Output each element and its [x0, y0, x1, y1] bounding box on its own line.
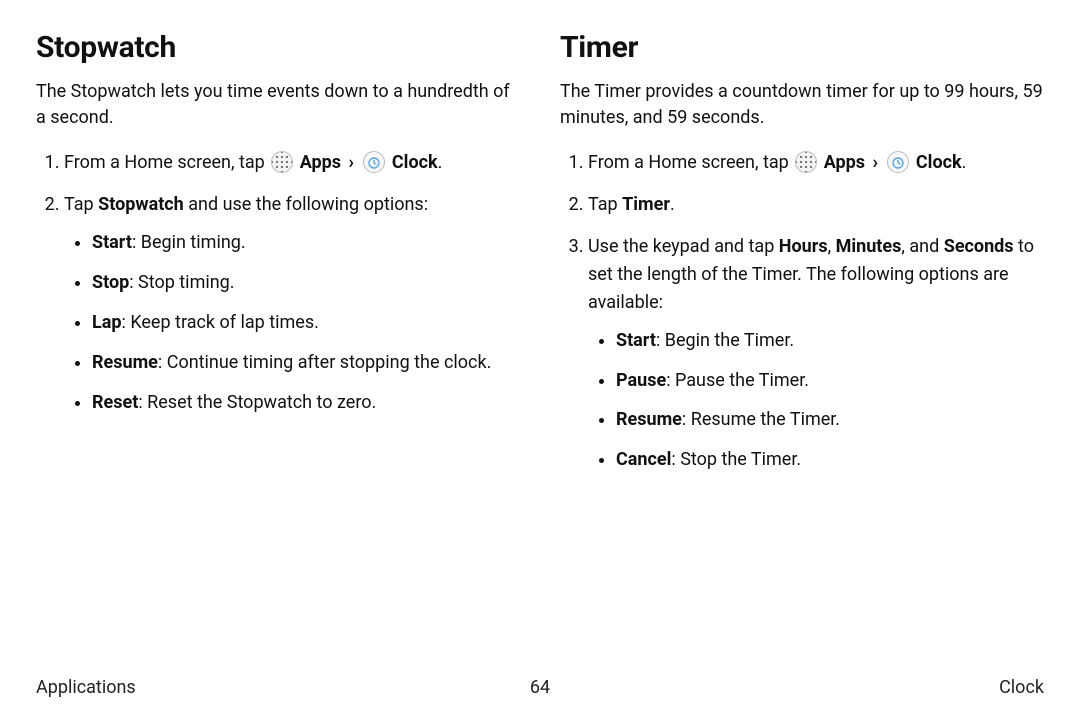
s3b3: Seconds [944, 236, 1014, 257]
list-item: Cancel: Stop the Timer. [616, 446, 1044, 474]
opt-label: Resume [616, 409, 682, 430]
step-1: From a Home screen, tap Apps › Clock. [64, 149, 520, 177]
opt-label: Reset [92, 392, 138, 413]
heading-stopwatch: Stopwatch [36, 30, 520, 65]
steps-timer: From a Home screen, tap Apps › Clock. Ta… [560, 149, 1044, 474]
s3b1: Hours [779, 236, 828, 257]
clock-label: Clock [392, 152, 438, 173]
step-2: Tap Timer. [588, 191, 1044, 219]
period: . [438, 152, 443, 173]
footer-left: Applications [36, 677, 136, 698]
opt-text: : Keep track of lap times. [122, 312, 319, 333]
step-3: Use the keypad and tap Hours, Minutes, a… [588, 233, 1044, 474]
page-footer: Applications 64 Clock [36, 677, 1044, 698]
list-item: Lap: Keep track of lap times. [92, 309, 520, 337]
list-item: Resume: Resume the Timer. [616, 406, 1044, 434]
page-number: 64 [530, 677, 550, 698]
step-1: From a Home screen, tap Apps › Clock. [588, 149, 1044, 177]
column-timer: Timer The Timer provides a countdown tim… [560, 24, 1044, 488]
s3b2: Minutes [836, 236, 902, 257]
clock-icon [887, 151, 909, 173]
step2-post: and use the following options: [184, 194, 428, 215]
heading-timer: Timer [560, 30, 1044, 65]
apps-icon [271, 151, 293, 173]
period: . [962, 152, 967, 173]
opt-text: : Pause the Timer. [666, 370, 809, 391]
list-item: Start: Begin the Timer. [616, 327, 1044, 355]
step1-text: From a Home screen, tap [64, 152, 269, 173]
options-timer: Start: Begin the Timer. Pause: Pause the… [588, 327, 1044, 475]
step2-bold: Timer [622, 194, 670, 215]
apps-label: Apps [300, 152, 341, 173]
opt-label: Lap [92, 312, 122, 333]
opt-label: Start [92, 232, 132, 253]
s3c: , [828, 236, 836, 257]
opt-text: : Reset the Stopwatch to zero. [138, 392, 376, 413]
opt-label: Cancel [616, 449, 671, 470]
list-item: Resume: Continue timing after stopping t… [92, 349, 520, 377]
step2-bold: Stopwatch [98, 194, 184, 215]
footer-right: Clock [999, 677, 1044, 698]
opt-text: : Stop timing. [129, 272, 234, 293]
opt-label: Pause [616, 370, 666, 391]
chevron-right-icon: › [873, 152, 878, 173]
intro-stopwatch: The Stopwatch lets you time events down … [36, 79, 520, 131]
step2-pre: Tap [64, 194, 98, 215]
opt-label: Resume [92, 352, 158, 373]
opt-text: : Begin timing. [132, 232, 246, 253]
s3a: Use the keypad and tap [588, 236, 779, 257]
opt-label: Stop [92, 272, 129, 293]
step2-pre: Tap [588, 194, 622, 215]
apps-label: Apps [824, 152, 865, 173]
s3d: , and [901, 236, 943, 257]
content-columns: Stopwatch The Stopwatch lets you time ev… [36, 24, 1044, 488]
step1-text: From a Home screen, tap [588, 152, 793, 173]
list-item: Stop: Stop timing. [92, 269, 520, 297]
opt-text: : Resume the Timer. [682, 409, 840, 430]
list-item: Reset: Reset the Stopwatch to zero. [92, 389, 520, 417]
apps-icon [795, 151, 817, 173]
step-2: Tap Stopwatch and use the following opti… [64, 191, 520, 416]
opt-text: : Begin the Timer. [656, 330, 794, 351]
intro-timer: The Timer provides a countdown timer for… [560, 79, 1044, 131]
chevron-right-icon: › [349, 152, 354, 173]
opt-text: : Stop the Timer. [671, 449, 801, 470]
options-stopwatch: Start: Begin timing. Stop: Stop timing. … [64, 229, 520, 416]
steps-stopwatch: From a Home screen, tap Apps › Clock. Ta… [36, 149, 520, 416]
opt-label: Start [616, 330, 656, 351]
list-item: Start: Begin timing. [92, 229, 520, 257]
clock-label: Clock [916, 152, 962, 173]
list-item: Pause: Pause the Timer. [616, 367, 1044, 395]
column-stopwatch: Stopwatch The Stopwatch lets you time ev… [36, 24, 520, 488]
clock-icon [363, 151, 385, 173]
opt-text: : Continue timing after stopping the clo… [158, 352, 491, 373]
step2-post: . [670, 194, 675, 215]
